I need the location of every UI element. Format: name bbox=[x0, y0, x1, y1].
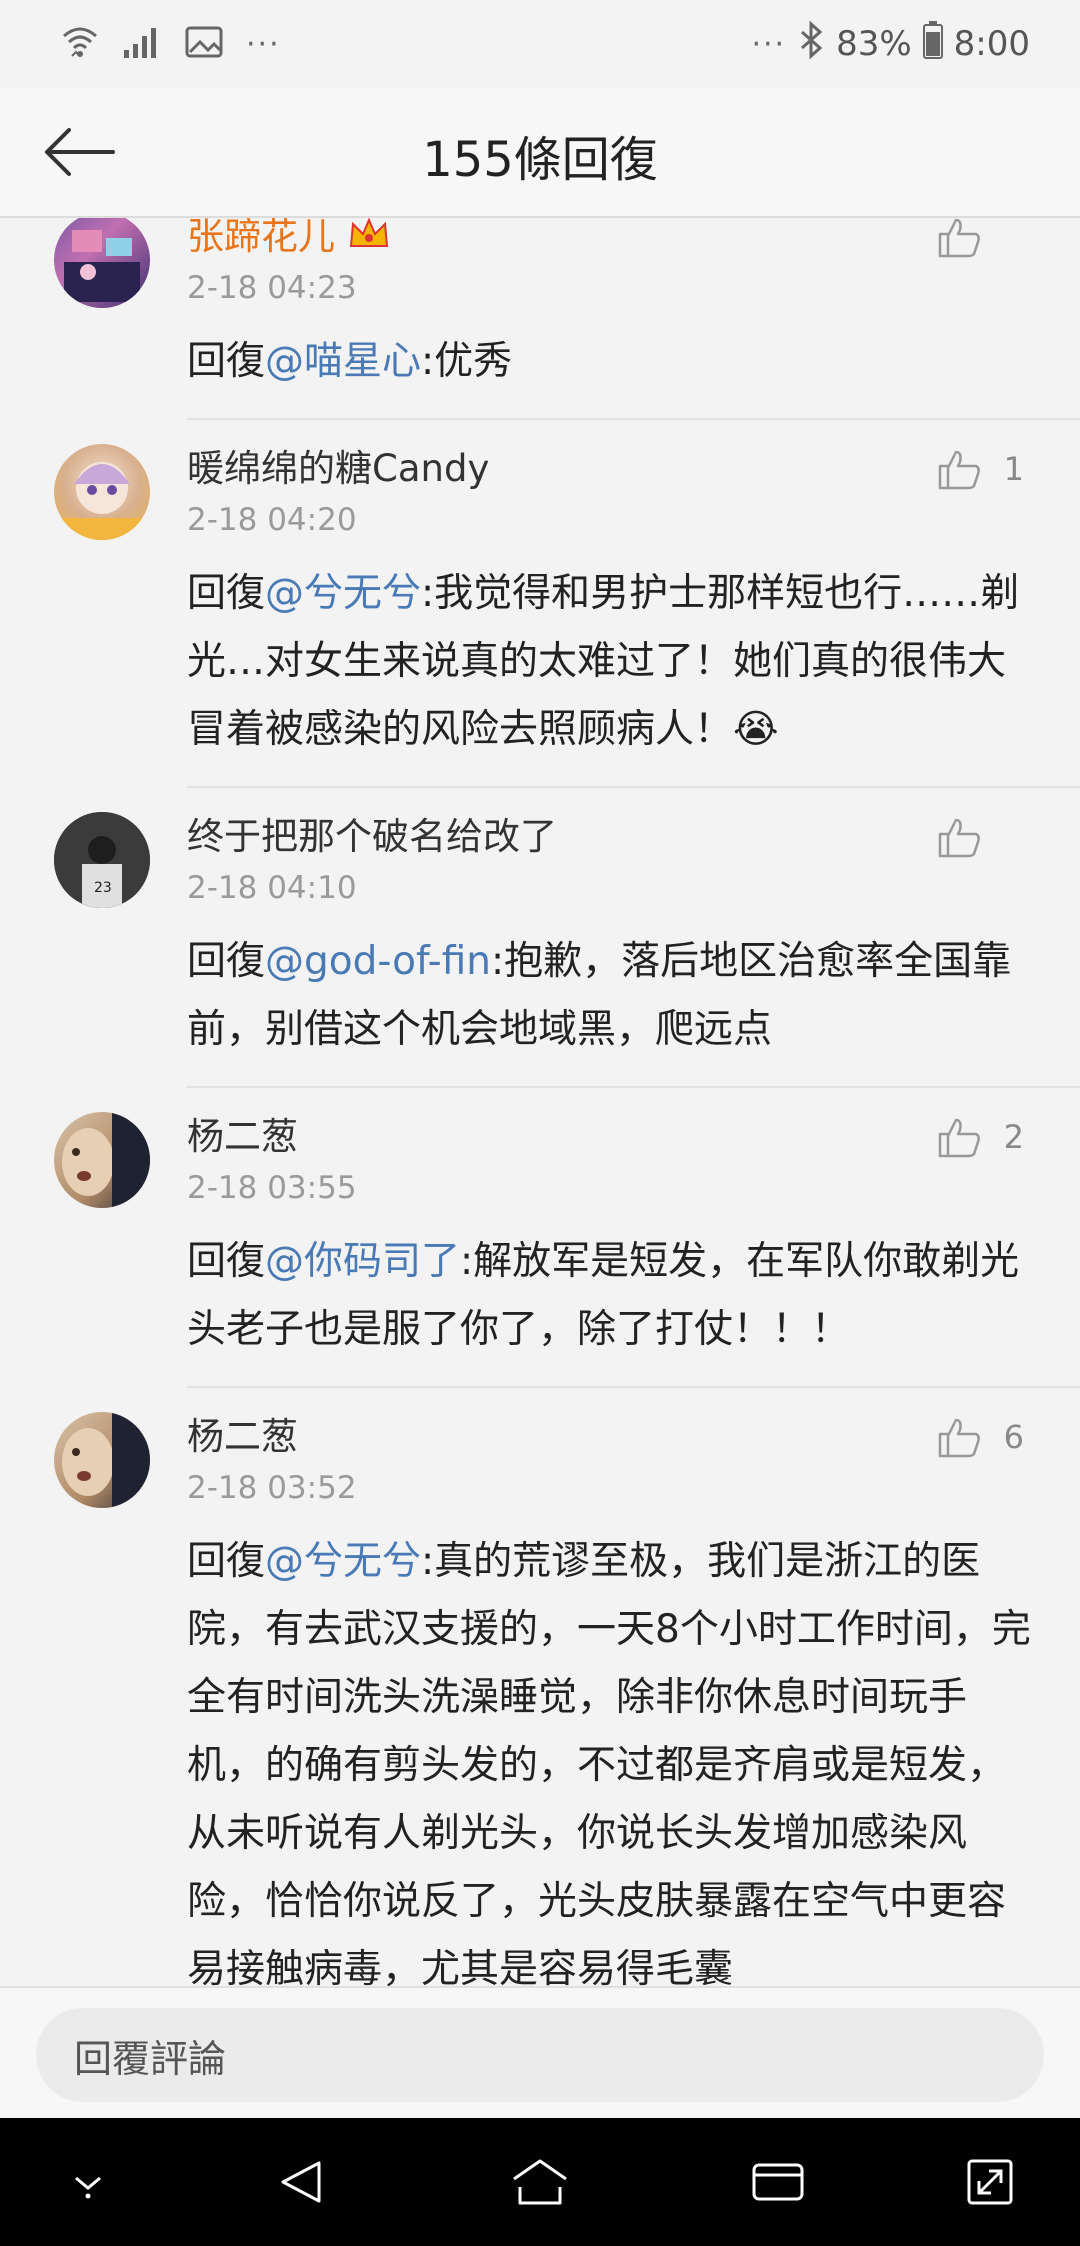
comment-text: 回復@喵星心:优秀 bbox=[187, 328, 1037, 396]
mention-link[interactable]: @喵星心 bbox=[265, 339, 421, 384]
status-more-dots: ··· bbox=[246, 26, 281, 62]
reply-prefix: 回復 bbox=[187, 571, 266, 616]
comment-item[interactable]: 暖绵绵的糖Candy 2-18 04:20 回復@兮无兮:我觉得和男护士那样短也… bbox=[0, 444, 1080, 752]
comment-divider bbox=[187, 1086, 1080, 1088]
image-icon bbox=[184, 24, 224, 64]
comment-text: 回復@兮无兮:我觉得和男护士那样短也行……剃光…对女生来说真的太难过了！她们真的… bbox=[187, 560, 1037, 764]
avatar[interactable] bbox=[54, 444, 150, 540]
comment-time: 2-18 04:23 bbox=[187, 270, 357, 306]
comment-item[interactable]: 杨二葱 2-18 03:52 回復@兮无兮:真的荒谬至极，我们是浙江的医院，有去… bbox=[0, 1412, 1080, 1986]
reply-prefix: 回復 bbox=[187, 339, 266, 384]
comment-text: 回復@god-of-fin:抱歉，落后地区治愈率全国靠前，别借这个机会地域黑，爬… bbox=[187, 928, 1037, 1064]
comment-item[interactable]: 23 终于把那个破名给改了 2-18 04:10 回復@god-of-fin:抱… bbox=[0, 812, 1080, 1052]
expand-icon bbox=[967, 2159, 1013, 2205]
thumbs-up-icon bbox=[938, 450, 980, 490]
avatar[interactable] bbox=[54, 1112, 150, 1208]
status-bar-left: ··· bbox=[60, 18, 281, 70]
page-title: 155條回復 bbox=[422, 132, 658, 188]
comment-item[interactable]: 张蹄花儿 2-18 04:23 回復@喵星心:优秀 bbox=[0, 218, 1080, 384]
comment-divider bbox=[187, 1386, 1080, 1388]
status-bar: ··· ··· 83% 8:00 bbox=[0, 0, 1080, 88]
comment-username[interactable]: 杨二葱 bbox=[187, 1406, 298, 1460]
reply-prefix: 回復 bbox=[187, 1239, 266, 1284]
like-count: 1 bbox=[1003, 450, 1024, 488]
thumbs-up-icon bbox=[938, 1418, 980, 1458]
battery-icon bbox=[922, 20, 944, 69]
status-bar-right: ··· 83% 8:00 bbox=[751, 18, 1030, 70]
chevron-down-icon bbox=[75, 2176, 101, 2199]
comment-divider bbox=[187, 786, 1080, 788]
status-overflow-dots: ··· bbox=[751, 26, 787, 62]
like-count: 6 bbox=[1003, 1418, 1024, 1456]
comment-username[interactable]: 终于把那个破名给改了 bbox=[187, 806, 557, 860]
triangle-back-icon bbox=[281, 2161, 321, 2203]
reply-input[interactable]: 回覆評論 bbox=[36, 2008, 1044, 2102]
home-icon bbox=[513, 2159, 567, 2205]
hide-nav-button[interactable] bbox=[58, 2152, 118, 2212]
like-button[interactable]: 2 bbox=[936, 1114, 1024, 1160]
like-button[interactable] bbox=[936, 814, 1024, 860]
mention-link[interactable]: @god-of-fin bbox=[265, 939, 491, 984]
comment-list[interactable]: 张蹄花儿 2-18 04:23 回復@喵星心:优秀 暖绵绵的糖Candy 2-1… bbox=[0, 218, 1080, 1986]
nav-home-button[interactable] bbox=[510, 2152, 570, 2212]
comment-time: 2-18 03:55 bbox=[187, 1170, 357, 1206]
username-text[interactable]: 张蹄花儿 bbox=[187, 218, 335, 258]
comment-time: 2-18 04:10 bbox=[187, 870, 357, 906]
comment-text: 回復@你码司了:解放军是短发，在军队你敢剃光头老子也是服了你了，除了打仗！！！ bbox=[187, 1228, 1037, 1364]
comment-item[interactable]: 杨二葱 2-18 03:55 回復@你码司了:解放军是短发，在军队你敢剃光头老子… bbox=[0, 1112, 1080, 1352]
mention-link[interactable]: @兮无兮 bbox=[265, 1539, 421, 1584]
navigation-bar bbox=[0, 2118, 1080, 2246]
reply-prefix: 回復 bbox=[187, 1539, 266, 1584]
svg-text:23: 23 bbox=[94, 880, 112, 896]
reply-prefix: 回復 bbox=[187, 939, 266, 984]
like-count: 2 bbox=[1003, 1118, 1024, 1156]
like-button[interactable]: 1 bbox=[936, 446, 1024, 492]
bluetooth-icon bbox=[796, 20, 826, 69]
comment-divider bbox=[187, 418, 1080, 420]
crying-emoji: 😭 bbox=[733, 707, 779, 752]
avatar[interactable]: 23 bbox=[54, 812, 150, 908]
mention-link[interactable]: @兮无兮 bbox=[265, 571, 421, 616]
signal-icon bbox=[122, 24, 162, 64]
reply-bar: 回覆評論 bbox=[0, 1986, 1080, 2120]
comment-time: 2-18 04:20 bbox=[187, 502, 357, 538]
nav-expand-button[interactable] bbox=[960, 2152, 1020, 2212]
comment-username[interactable]: 杨二葱 bbox=[187, 1106, 298, 1160]
nav-back-button[interactable] bbox=[272, 2152, 332, 2212]
mention-link[interactable]: @你码司了 bbox=[265, 1239, 460, 1284]
comment-username[interactable]: 暖绵绵的糖Candy bbox=[187, 438, 489, 492]
thumbs-up-icon bbox=[938, 218, 980, 258]
clock: 8:00 bbox=[953, 24, 1030, 64]
avatar[interactable] bbox=[54, 218, 150, 308]
thumbs-up-icon bbox=[938, 1118, 980, 1158]
comment-time: 2-18 03:52 bbox=[187, 1470, 357, 1506]
comment-username[interactable]: 张蹄花儿 bbox=[187, 218, 391, 261]
battery-percent: 83% bbox=[836, 24, 912, 64]
nav-recents-button[interactable] bbox=[748, 2152, 808, 2212]
recents-icon bbox=[752, 2163, 804, 2201]
like-button[interactable]: 6 bbox=[936, 1414, 1024, 1460]
comment-text: 回復@兮无兮:真的荒谬至极，我们是浙江的医院，有去武汉支援的，一天8个小时工作时… bbox=[187, 1528, 1037, 1986]
header: 155條回復 bbox=[0, 88, 1080, 218]
crown-icon bbox=[347, 218, 391, 261]
comment-body: :优秀 bbox=[421, 339, 513, 384]
thumbs-up-icon bbox=[938, 818, 980, 858]
comment-body: :真的荒谬至极，我们是浙江的医院，有去武汉支援的，一天8个小时工作时间，完全有时… bbox=[187, 1539, 1031, 1986]
wifi-icon bbox=[60, 22, 100, 66]
avatar[interactable] bbox=[54, 1412, 150, 1508]
like-button[interactable] bbox=[936, 218, 1024, 260]
